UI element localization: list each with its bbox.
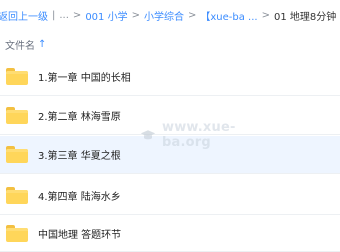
breadcrumb-back-link[interactable]: 返回上一级	[0, 8, 48, 23]
breadcrumb-item-xiaoxue-zonghe[interactable]: 小学综合	[144, 8, 184, 23]
breadcrumb-item-xue-ba[interactable]: 【xue-ba ...	[200, 8, 257, 23]
breadcrumb-separator: >	[187, 9, 197, 21]
file-row[interactable]: 2.第二章 林海雪原	[0, 97, 340, 135]
file-name[interactable]: 2.第二章 林海雪原	[38, 108, 121, 123]
file-name[interactable]: 中国地理 答题环节	[38, 226, 121, 241]
breadcrumb-ellipsis[interactable]: ...	[59, 10, 69, 21]
folder-icon	[6, 225, 28, 242]
breadcrumb-separator: >	[261, 9, 270, 21]
breadcrumb-separator: >	[72, 9, 82, 21]
breadcrumb-separator: |	[52, 9, 56, 21]
arrow-up-icon[interactable]: ↑	[38, 39, 46, 50]
folder-icon	[6, 187, 28, 204]
file-row[interactable]: 中国地理 答题环节	[0, 216, 340, 252]
folder-icon	[6, 146, 28, 163]
breadcrumb: 返回上一级 | ... > 001 小学 > 小学综合 > 【xue-ba ..…	[0, 0, 340, 30]
file-name[interactable]: 3.第三章 华夏之根	[38, 147, 121, 162]
folder-icon	[6, 107, 28, 124]
file-row[interactable]: 4.第四章 陆海水乡	[0, 177, 340, 215]
breadcrumb-separator: >	[131, 9, 140, 21]
folder-icon	[6, 68, 28, 85]
breadcrumb-item-001[interactable]: 001 小学	[85, 8, 127, 23]
file-row[interactable]: 3.第三章 华夏之根	[0, 136, 340, 174]
file-name[interactable]: 4.第四章 陆海水乡	[38, 188, 121, 203]
file-name[interactable]: 1.第一章 中国的长相	[38, 69, 131, 84]
column-header-filename[interactable]: 文件名	[5, 37, 35, 52]
breadcrumb-current: 01 地理8分钟	[273, 11, 337, 23]
file-row[interactable]: 1.第一章 中国的长相	[0, 58, 340, 96]
file-list-header: 文件名 ↑	[0, 33, 340, 55]
